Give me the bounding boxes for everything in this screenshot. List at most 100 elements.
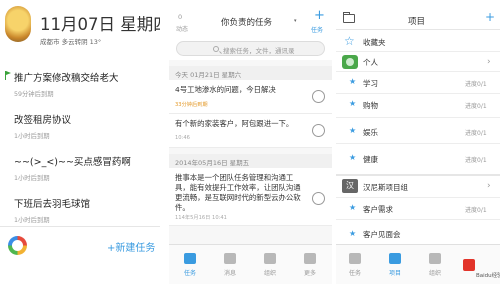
search-input[interactable]: 搜索任务，文件，通讯录 [176,41,325,56]
list-item[interactable]: 推广方案修改稿交给老大 59分钟后到期 [0,70,160,110]
group-label: 个人 [363,58,378,67]
project-progress: 进度0/1 [465,130,487,137]
project-progress: 进度0/1 [465,207,487,214]
task-due: 1小时后到期 [14,217,50,224]
message-tab-icon [224,253,236,264]
page-title[interactable]: 你负责的任务 [221,16,272,28]
project-row[interactable]: ★ 购物 进度0/1 [336,94,500,118]
organization-tab-icon [264,253,276,264]
tab-bar: 任务 项目 组织 Baidu经验 [336,244,500,284]
project-name: 娱乐 [363,128,378,137]
chevron-right-icon: › [487,57,491,67]
task-title: 下班后去羽毛球馆 [14,199,91,210]
weather-text: 成都市 多云转阴 13° [40,38,102,46]
task-due: 59分钟后到期 [14,91,54,98]
task-tab-icon [184,253,196,264]
list-item[interactable]: 下班后去羽毛球馆 1小时后到期 [0,196,160,236]
tab-label: 任务 [348,270,361,277]
project-tab-icon [389,253,401,264]
today-panel: 11月07日 星期四 成都市 多云转阴 13° 推广方案修改稿交给老大 59分钟… [0,0,160,284]
tab-label: 任务 [183,270,196,277]
tab-organization[interactable]: 组织 [255,251,285,281]
project-row[interactable]: ★ 学习 进度0/1 [336,72,500,94]
tab-label: 项目 [388,270,401,277]
page-title: 项目 [408,17,426,27]
project-row[interactable]: ★ 娱乐 进度0/1 [336,118,500,144]
task-title: 推广方案修改稿交给老大 [14,73,119,84]
project-name: 购物 [363,101,378,110]
app-logo-icon[interactable] [8,236,27,255]
project-progress: 进度0/1 [465,103,487,110]
favorites-label: 收藏夹 [363,38,386,47]
folder-icon[interactable] [343,12,355,23]
complete-checkbox[interactable] [312,192,325,205]
task-tab-icon [349,253,361,264]
caret-down-icon[interactable]: ▾ [294,18,297,24]
tab-organization[interactable]: 组织 [420,251,450,281]
tab-tasks[interactable]: 任务 [340,251,370,281]
star-icon: ★ [349,99,357,108]
projects-header: 项目 + [336,0,500,30]
project-row[interactable]: ★ 客户需求 进度0/1 [336,198,500,220]
task-meta: 10:46 [175,135,190,141]
complete-checkbox[interactable] [312,124,325,137]
project-name: 客户见面会 [363,230,401,239]
tab-label: 消息 [223,270,236,277]
divider [0,226,160,227]
task-card[interactable]: 推事本是一个团队任务管理和沟通工具，能有效提升工作效率，让团队沟通更流畅，是互联… [169,168,332,226]
dynamics-count[interactable]: 0 [178,13,182,21]
tab-projects[interactable]: 项目 [380,251,410,281]
more-tab-icon [304,253,316,264]
date-header: 2014年05月16日 星期五 [169,154,332,168]
tab-tasks[interactable]: 任务 [175,251,205,281]
tab-label: 组织 [428,270,441,277]
personal-group-row[interactable]: 个人 › [336,52,500,72]
task-card[interactable]: 4号工地渗水的问题，今日解决 33分钟后到期 [169,80,332,114]
project-progress: 进度0/1 [465,157,487,164]
watermark-text: Baidu经验 [476,273,500,279]
my-tasks-panel: 0 动态 你负责的任务 ▾ + 任务 搜索任务，文件，通讯录 今天 01月21日… [169,0,332,284]
project-name: 客户需求 [363,205,393,214]
star-icon: ★ [349,203,357,212]
task-text: 推事本是一个团队任务管理和沟通工具，能有效提升工作效率，让团队沟通更流畅，是互联… [175,173,301,212]
personal-group-icon [342,55,358,69]
new-task-label[interactable]: 任务 [311,25,323,34]
project-progress: 进度0/1 [465,81,487,88]
projects-panel: 项目 + ☆ 收藏夹 个人 › ★ 学习 进度0/1 ★ 购物 进度0/1 ★ … [336,0,500,284]
task-text: 有个新的家装客户，阿包跟进一下。 [175,119,294,128]
tab-messages[interactable]: 消息 [215,251,245,281]
project-row[interactable]: ★ 客户见面会 [336,220,500,244]
tab-more[interactable]: 更多 [295,251,325,281]
flag-icon [5,71,11,80]
favorites-row[interactable]: ☆ 收藏夹 [336,32,500,52]
plus-icon[interactable]: + [314,9,325,22]
search-icon [213,46,219,52]
date-header-text: 今天 01月21日 星期六 [175,71,242,79]
star-icon: ★ [349,153,357,162]
star-icon: ★ [349,229,357,238]
task-title: 改签租房协议 [14,115,72,126]
baidu-logo-icon [463,259,475,271]
baidu-watermark: Baidu经验 [463,259,500,283]
today-header: 11月07日 星期四 成都市 多云转阴 13° [0,0,160,54]
search-placeholder: 搜索任务，文件，通讯录 [223,47,295,55]
complete-checkbox[interactable] [312,90,325,103]
tab-label: 更多 [303,270,316,277]
dynamics-label[interactable]: 动态 [176,24,188,33]
tasks-header: 0 动态 你负责的任务 ▾ + 任务 搜索任务，文件，通讯录 [169,0,332,60]
task-due: 1小时后到期 [14,133,50,140]
task-card[interactable]: 有个新的家装客户，阿包跟进一下。 10:46 [169,114,332,148]
new-task-button[interactable]: +新建任务 [107,239,155,254]
list-item[interactable]: ~~(>_<)~~买点感冒药啊 1小时后到期 [0,154,160,194]
today-date: 11月07日 星期四 [40,15,160,34]
avatar[interactable] [5,6,31,42]
list-item[interactable]: 改签租房协议 1小时后到期 [0,112,160,152]
project-row[interactable]: ★ 健康 进度0/1 [336,144,500,176]
team-group-row[interactable]: 汉 汉尼斯项目组 › [336,176,500,198]
tab-bar: 任务 消息 组织 更多 [169,244,332,284]
add-project-button[interactable]: + [485,11,495,23]
star-icon: ☆ [344,34,355,48]
project-name: 健康 [363,155,378,164]
date-header: 今天 01月21日 星期六 [169,66,332,80]
star-icon: ★ [349,77,357,86]
